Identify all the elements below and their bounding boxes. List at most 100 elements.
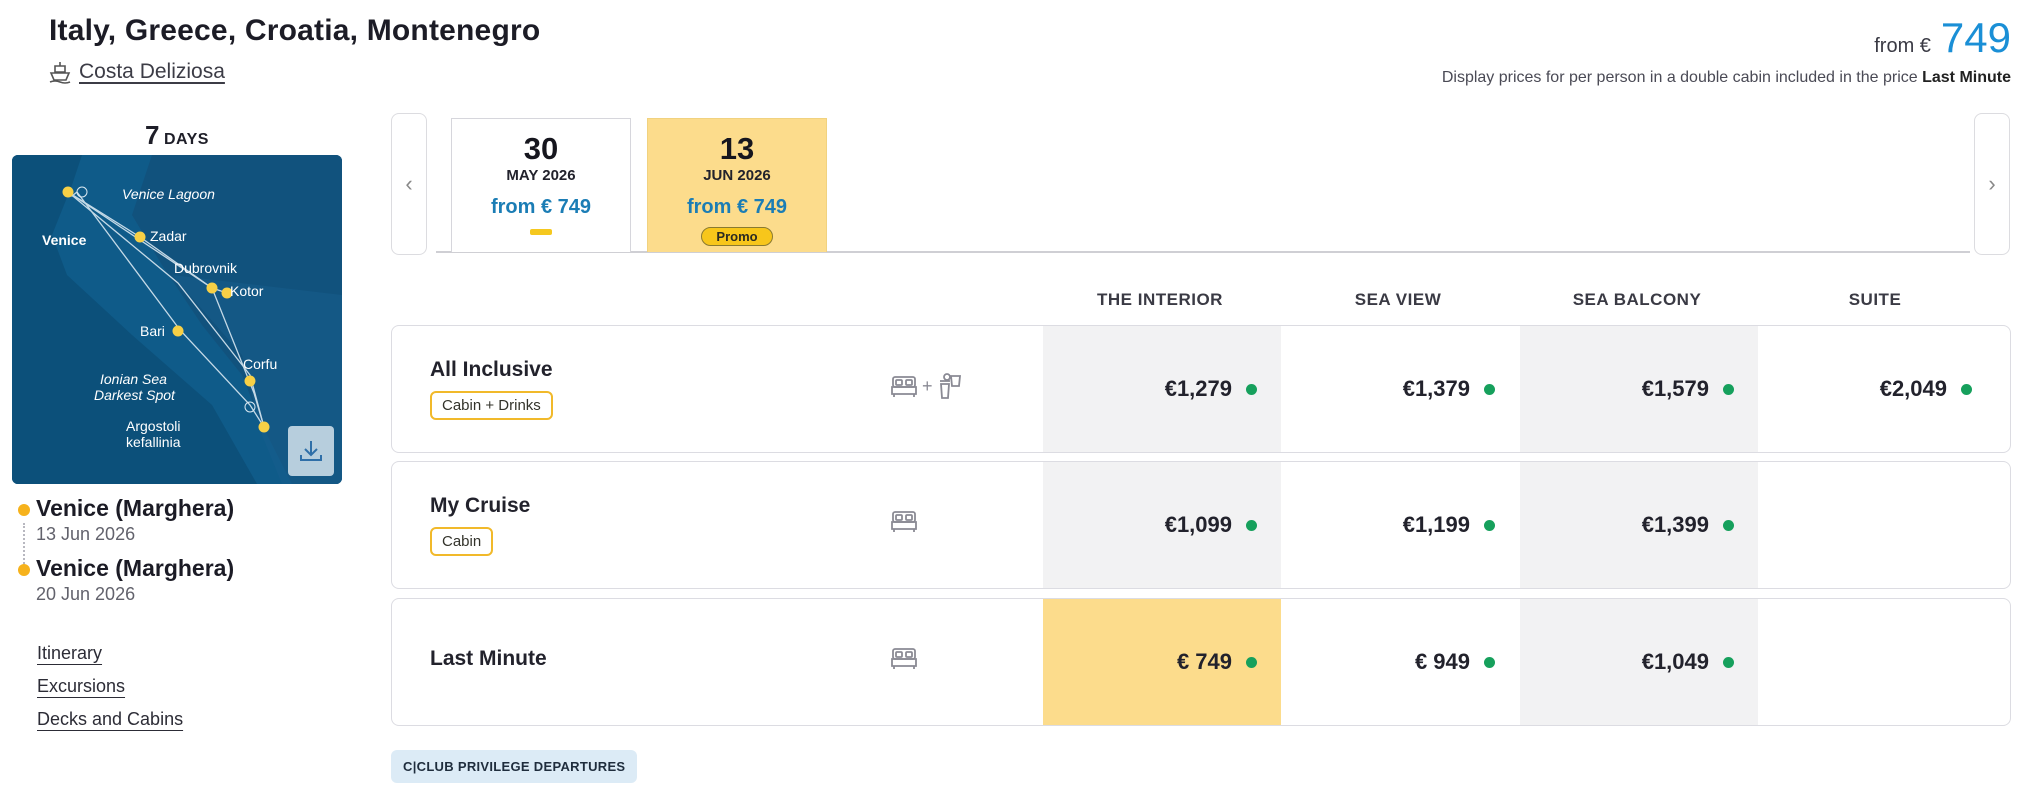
bed-icon <box>891 648 917 669</box>
itinerary-map[interactable]: Venice Lagoon Venice Zadar Dubrovnik Kot… <box>12 155 342 484</box>
date-option[interactable]: 30 MAY 2026 from € 749 <box>451 118 631 252</box>
fare-title: My Cruise <box>430 494 531 517</box>
fare-icons <box>890 508 918 534</box>
price-value: €2,049 <box>1879 376 1947 401</box>
price-value: €1,049 <box>1641 649 1709 674</box>
from-label: from € <box>1874 35 1931 57</box>
duration: 7 DAYS <box>12 120 342 151</box>
price-note: Display prices for per person in a doubl… <box>1442 69 2011 87</box>
map-label-dubrovnik: Dubrovnik <box>174 260 238 276</box>
fare-row-last-minute: Last Minute € 749 € 949 €1,049 <box>391 598 2011 726</box>
fare-icons <box>890 645 918 671</box>
chevron-right-icon: › <box>1988 171 1996 196</box>
download-map-button[interactable] <box>288 426 334 476</box>
map-label-venice-lagoon: Venice Lagoon <box>122 186 215 202</box>
from-price: 749 <box>1940 14 2011 61</box>
price-summary: from € 749 <box>1874 14 2011 62</box>
price-cell-sea-view[interactable]: € 949 <box>1281 599 1519 725</box>
fare-row-all-inclusive: All Inclusive Cabin + Drinks + €1,279 €1… <box>391 325 2011 453</box>
col-header-sea-view: SEA VIEW <box>1354 290 1442 309</box>
date-from-price: from € 749 <box>490 196 592 218</box>
price-cell-sea-view[interactable]: €1,379 <box>1281 326 1519 452</box>
route-summary: Venice (Marghera) 13 Jun 2026 Venice (Ma… <box>18 495 338 615</box>
price-cell-sea-view[interactable]: €1,199 <box>1281 462 1519 588</box>
date-month: MAY 2026 <box>506 167 576 184</box>
sidebar-links: Itinerary Excursions Decks and Cabins <box>37 643 183 742</box>
fare-badge: Cabin + Drinks <box>430 391 553 420</box>
days-label: DAYS <box>163 131 209 148</box>
date-from-price: from € 749 <box>686 196 788 218</box>
fare-icons: + <box>890 372 963 400</box>
date-option-selected[interactable]: 13 JUN 2026 from € 749 Promo <box>647 118 827 252</box>
ship-link[interactable]: Costa Deliziosa <box>49 60 225 84</box>
plus-sign: + <box>922 375 933 396</box>
club-privilege-badge[interactable]: C|CLUB PRIVILEGE DEPARTURES <box>391 750 638 783</box>
price-cell-sea-balcony[interactable]: €1,049 <box>1520 599 1758 725</box>
page-title: Italy, Greece, Croatia, Montenegro <box>49 14 541 47</box>
price-value: €1,399 <box>1641 512 1709 537</box>
col-header-sea-balcony: SEA BALCONY <box>1572 290 1702 309</box>
price-cell-interior-selected[interactable]: € 749 <box>1043 599 1281 725</box>
price-cell-suite-empty <box>1758 599 1996 725</box>
availability-dot <box>1723 656 1734 668</box>
prev-dates-button[interactable]: ‹ <box>391 113 427 255</box>
availability-dot <box>1246 383 1257 395</box>
route-stop-end: Venice (Marghera) 20 Jun 2026 <box>18 555 338 605</box>
route-stop-name: Venice (Marghera) <box>36 495 235 521</box>
map-label-venice: Venice <box>42 232 87 248</box>
price-value: € 949 <box>1414 649 1470 674</box>
price-value: €1,379 <box>1402 376 1470 401</box>
map-label-kotor: Kotor <box>230 283 264 299</box>
col-header-suite: SUITE <box>1848 290 1902 309</box>
price-cell-interior[interactable]: €1,099 <box>1043 462 1281 588</box>
route-dot <box>18 564 30 576</box>
date-month: JUN 2026 <box>703 167 771 184</box>
date-marker <box>530 229 552 235</box>
map-label-ionian-sea: Ionian Sea <box>100 371 167 387</box>
route-dot <box>18 504 30 516</box>
price-cell-interior[interactable]: €1,279 <box>1043 326 1281 452</box>
availability-dot <box>1723 383 1734 395</box>
price-cell-suite-empty <box>1758 462 1996 588</box>
date-day: 13 <box>719 131 755 166</box>
col-header-interior: THE INTERIOR <box>1097 290 1223 309</box>
fare-title: All Inclusive <box>430 358 553 381</box>
promo-badge: Promo <box>701 227 773 246</box>
price-value: €1,279 <box>1164 376 1232 401</box>
price-value: € 749 <box>1176 649 1232 674</box>
map-label-zadar: Zadar <box>150 228 187 244</box>
availability-dot <box>1484 383 1495 395</box>
next-dates-button[interactable]: › <box>1974 113 2010 255</box>
route-stop-start: Venice (Marghera) 13 Jun 2026 <box>18 495 338 545</box>
price-cell-sea-balcony[interactable]: €1,579 <box>1520 326 1758 452</box>
fare-badge: Cabin <box>430 527 494 556</box>
fare-row-my-cruise: My Cruise Cabin €1,099 €1,199 €1,399 <box>391 461 2011 589</box>
route-stop-date: 20 Jun 2026 <box>36 584 136 604</box>
map-label-kefallinia: kefallinia <box>126 434 181 450</box>
price-cell-suite[interactable]: €2,049 <box>1758 326 1996 452</box>
drinks-icon <box>939 373 961 399</box>
bed-icon <box>891 376 917 397</box>
availability-dot <box>1484 519 1495 531</box>
days-number: 7 <box>145 120 160 150</box>
fare-title: Last Minute <box>430 647 547 670</box>
price-value: €1,099 <box>1164 512 1232 537</box>
map-label-darkest-spot: Darkest Spot <box>94 387 176 403</box>
availability-dot <box>1961 383 1972 395</box>
link-excursions[interactable]: Excursions <box>37 676 183 697</box>
availability-dot <box>1246 656 1257 668</box>
map-label-corfu: Corfu <box>243 356 277 372</box>
availability-dot <box>1246 519 1257 531</box>
route-stop-date: 13 Jun 2026 <box>36 524 136 544</box>
price-value: €1,579 <box>1641 376 1709 401</box>
map-label-bari: Bari <box>140 323 165 339</box>
ship-icon <box>49 60 71 84</box>
price-cell-sea-balcony[interactable]: €1,399 <box>1520 462 1758 588</box>
availability-dot <box>1484 656 1495 668</box>
link-decks-and-cabins[interactable]: Decks and Cabins <box>37 709 183 730</box>
bed-icon <box>891 511 917 532</box>
download-icon <box>300 441 322 461</box>
price-note-text: Display prices for per person in a doubl… <box>1441 69 1918 86</box>
link-itinerary[interactable]: Itinerary <box>37 643 183 664</box>
availability-dot <box>1723 519 1734 531</box>
